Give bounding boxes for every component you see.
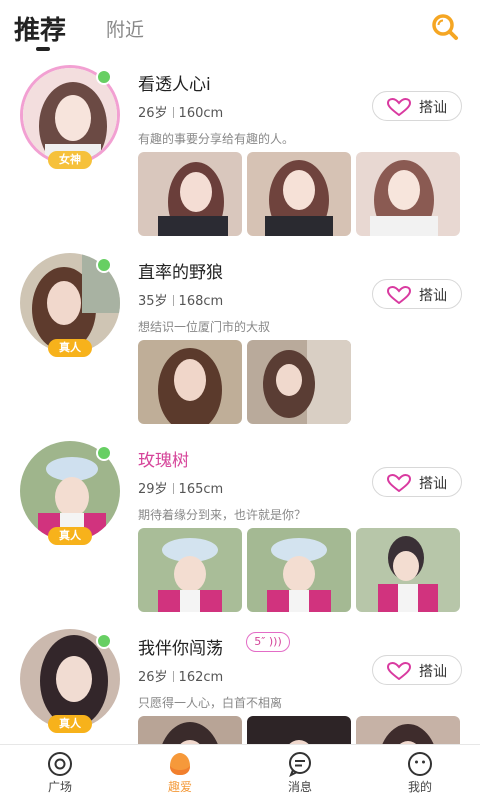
heart-icon <box>387 98 411 116</box>
greet-button[interactable]: 搭讪 <box>372 655 462 685</box>
photo[interactable] <box>356 152 460 236</box>
face-icon <box>408 752 432 776</box>
user-card[interactable]: 真人 直率的野狼 35岁 168cm 想结识一位厦门市的大叔 搭讪 <box>0 244 480 432</box>
tab-recommend[interactable]: 推荐 <box>14 10 66 47</box>
heart-icon <box>387 286 411 304</box>
avatar[interactable]: 真人 <box>20 629 120 733</box>
online-indicator <box>96 257 112 273</box>
verified-badge: 真人 <box>48 715 92 733</box>
online-indicator <box>96 445 112 461</box>
photo[interactable] <box>247 716 351 744</box>
user-meta: 26岁 162cm <box>138 670 224 685</box>
heart-blob-icon <box>170 753 190 775</box>
user-card[interactable]: 真人 我伴你闯荡 5″ ))) 26岁 162cm 只愿得一人心，白首不相离 搭讪 <box>0 620 480 744</box>
tab-quai[interactable]: 趣爱 <box>120 745 240 801</box>
user-card[interactable]: 真人 玫瑰树 29岁 165cm 期待着缘分到来，也许就是你？ 搭讪 <box>0 432 480 620</box>
user-meta: 26岁 160cm <box>138 106 224 121</box>
verified-badge: 真人 <box>48 527 92 545</box>
sound-wave-icon: ))) <box>268 635 282 648</box>
photo[interactable] <box>138 340 242 424</box>
search-icon <box>432 14 458 40</box>
photo[interactable] <box>138 716 242 744</box>
user-name: 玫瑰树 <box>138 451 189 471</box>
heart-icon <box>387 662 411 680</box>
user-intro: 只愿得一人心，白首不相离 <box>138 696 283 710</box>
photo[interactable] <box>247 528 351 612</box>
user-intro: 想结识一位厦门市的大叔 <box>138 320 271 334</box>
user-intro: 有趣的事要分享给有趣的人。 <box>138 132 295 146</box>
greet-button[interactable]: 搭讪 <box>372 279 462 309</box>
user-feed[interactable]: 女神 看透人心i 26岁 160cm 有趣的事要分享给有趣的人。 搭讪 真人 直… <box>0 56 480 744</box>
user-name: 直率的野狼 <box>138 263 223 283</box>
top-header: 推荐 附近 <box>0 0 480 56</box>
user-card[interactable]: 女神 看透人心i 26岁 160cm 有趣的事要分享给有趣的人。 搭讪 <box>0 56 480 244</box>
tab-mine[interactable]: 我的 <box>360 745 480 801</box>
user-name: 看透人心i <box>138 75 211 95</box>
search-button[interactable] <box>428 10 462 44</box>
photo[interactable] <box>138 152 242 236</box>
compass-icon <box>48 752 72 776</box>
message-icon <box>289 752 311 777</box>
photo[interactable] <box>356 716 460 744</box>
user-meta: 29岁 165cm <box>138 482 224 497</box>
photo[interactable] <box>247 340 351 424</box>
heart-icon <box>387 474 411 492</box>
online-indicator <box>96 633 112 649</box>
greet-button[interactable]: 搭讪 <box>372 467 462 497</box>
verified-badge: 真人 <box>48 339 92 357</box>
bottom-tab-bar: 广场 趣爱 消息 我的 <box>0 744 480 801</box>
user-name: 我伴你闯荡 <box>138 639 223 659</box>
user-intro: 期待着缘分到来，也许就是你？ <box>138 508 307 522</box>
voice-intro-tag[interactable]: 5″ ))) <box>246 632 290 652</box>
photo[interactable] <box>138 528 242 612</box>
goddess-badge: 女神 <box>48 151 92 169</box>
tab-square[interactable]: 广场 <box>0 745 120 801</box>
online-indicator <box>96 69 112 85</box>
greet-button[interactable]: 搭讪 <box>372 91 462 121</box>
photo[interactable] <box>356 528 460 612</box>
avatar[interactable]: 真人 <box>20 253 120 357</box>
photo[interactable] <box>247 152 351 236</box>
user-meta: 35岁 168cm <box>138 294 224 309</box>
avatar[interactable]: 女神 <box>20 65 120 169</box>
tab-messages[interactable]: 消息 <box>240 745 360 801</box>
tab-indicator <box>36 47 50 51</box>
avatar[interactable]: 真人 <box>20 441 120 545</box>
tab-nearby[interactable]: 附近 <box>106 15 144 42</box>
